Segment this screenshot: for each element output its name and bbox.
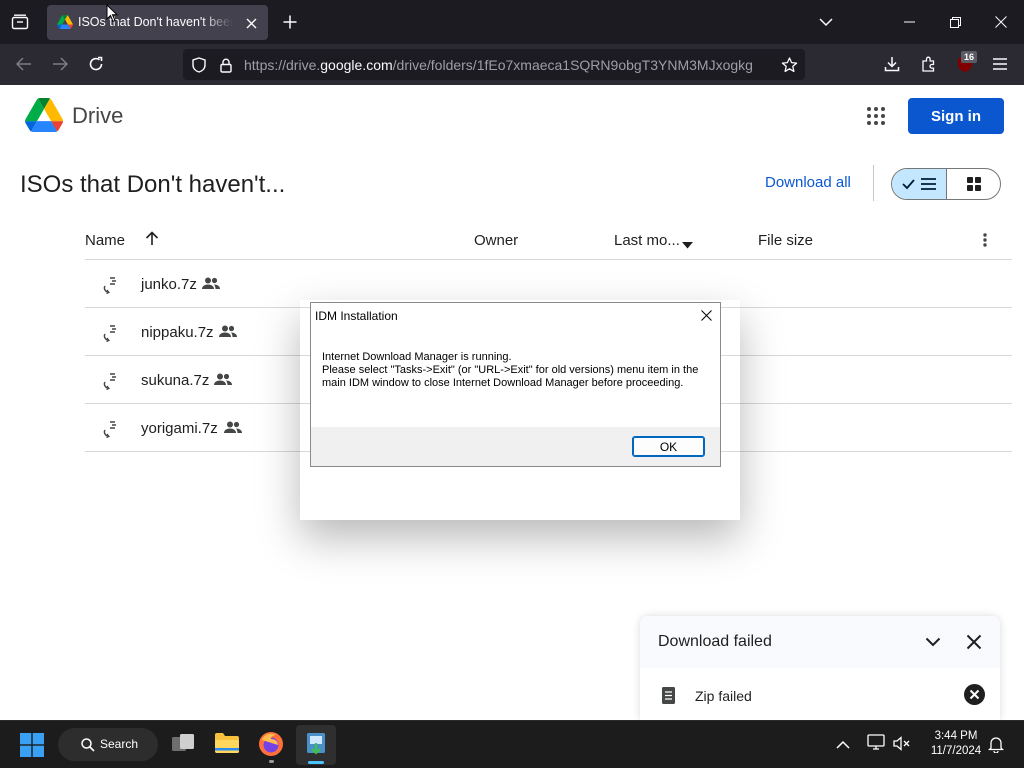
restore-icon[interactable] (943, 11, 967, 33)
new-tab-icon[interactable] (278, 11, 302, 33)
file-name: sukuna.7z (141, 372, 210, 389)
minimize-icon[interactable] (897, 11, 921, 33)
download-panel-header: Download failed (640, 616, 1000, 668)
url-text: https://drive.google.com/drive/folders/1… (244, 57, 753, 73)
archive-file-icon (103, 421, 116, 438)
download-status-panel: Download failed Zip failed (640, 616, 1000, 720)
dialog-footer: OK (311, 427, 720, 466)
download-all-button[interactable]: Download all (765, 174, 851, 191)
grid-view-button[interactable] (947, 169, 1000, 199)
bookmark-star-icon[interactable] (779, 55, 799, 75)
drive-logo-icon[interactable] (25, 98, 64, 132)
forward-icon[interactable] (48, 53, 72, 75)
shared-people-icon (219, 325, 237, 337)
back-icon[interactable] (12, 53, 36, 75)
grid-view-icon (967, 177, 981, 191)
taskbar-app-idm-installer[interactable] (296, 725, 336, 765)
list-view-button[interactable] (892, 169, 947, 199)
dialog-close-icon[interactable] (697, 306, 715, 324)
archive-file-icon (103, 325, 116, 342)
task-view-icon[interactable] (171, 733, 195, 755)
dialog-message: Internet Download Manager is running. Pl… (322, 351, 702, 390)
search-icon (81, 738, 95, 752)
more-options-icon[interactable] (978, 231, 992, 249)
column-header-last-modified[interactable]: Last mo... (614, 232, 680, 249)
file-explorer-icon[interactable] (214, 732, 240, 756)
shared-people-icon (224, 421, 242, 433)
taskbar-search[interactable]: Search (58, 728, 158, 761)
active-app-indicator (308, 761, 324, 764)
show-hidden-icons-chevron-icon[interactable] (836, 736, 852, 752)
url-bar[interactable]: https://drive.google.com/drive/folders/1… (183, 49, 805, 80)
windows-start-icon[interactable] (20, 733, 44, 757)
browser-tab-bar: ISOs that Don't haven't been (0, 0, 1024, 44)
file-name: yorigami.7z (141, 420, 218, 437)
shared-people-icon (214, 373, 232, 385)
tab-title: ISOs that Don't haven't been (78, 15, 233, 29)
menu-hamburger-icon[interactable] (988, 53, 1012, 75)
tab-list-icon[interactable] (8, 11, 32, 33)
dialog-title: IDM Installation (315, 309, 398, 323)
extensions-icon[interactable] (917, 53, 941, 75)
notification-bell-icon[interactable] (987, 736, 1006, 754)
list-view-check-icon (902, 178, 936, 190)
column-header-owner[interactable]: Owner (474, 232, 518, 249)
running-indicator (269, 760, 274, 763)
lock-icon[interactable] (216, 55, 236, 75)
network-monitor-icon[interactable] (867, 734, 887, 752)
folder-title: ISOs that Don't haven't... (20, 171, 286, 198)
archive-file-icon (103, 277, 116, 294)
dialog-message-line: Internet Download Manager is running. (322, 351, 512, 363)
panel-close-icon[interactable] (966, 634, 984, 652)
download-panel-title: Download failed (658, 633, 772, 650)
failed-file-label: Zip failed (695, 688, 752, 704)
installer-icon (307, 733, 325, 755)
dialog-message-line: Please select "Tasks->Exit" (or "URL->Ex… (322, 364, 699, 389)
clock-date: 11/7/2024 (930, 745, 982, 757)
sort-arrow-up-icon[interactable] (145, 231, 161, 247)
tab-close-icon[interactable] (241, 13, 261, 33)
reload-icon[interactable] (84, 53, 108, 75)
drive-favicon-icon (57, 15, 73, 31)
collapse-chevron-icon[interactable] (925, 634, 945, 650)
divider (873, 165, 874, 201)
firefox-icon[interactable] (258, 731, 284, 757)
taskbar-clock[interactable]: 3:44 PM 11/7/2024 (926, 729, 986, 759)
column-header-file-size[interactable]: File size (758, 232, 813, 249)
file-name: nippaku.7z (141, 324, 214, 341)
mouse-cursor-icon (106, 3, 119, 23)
clock-time: 3:44 PM (934, 730, 978, 742)
file-document-icon (662, 687, 676, 704)
apps-grid-icon[interactable] (865, 105, 887, 127)
file-name: junko.7z (141, 276, 197, 293)
idm-installation-dialog: IDM Installation Internet Download Manag… (310, 302, 721, 467)
archive-file-icon (103, 373, 116, 390)
list-all-tabs-icon[interactable] (814, 11, 838, 33)
tab-active[interactable]: ISOs that Don't haven't been (47, 5, 268, 40)
drive-brand-text: Drive (72, 103, 124, 128)
tracking-shield-icon[interactable] (189, 55, 209, 75)
column-header-name[interactable]: Name (85, 232, 125, 249)
search-label: Search (100, 737, 139, 751)
downloads-icon[interactable] (880, 53, 904, 75)
error-cancel-icon[interactable] (964, 684, 986, 706)
speaker-muted-icon[interactable] (893, 736, 911, 754)
sort-dropdown-icon[interactable] (682, 236, 694, 249)
shared-people-icon (202, 277, 220, 289)
window-close-icon[interactable] (989, 11, 1013, 33)
ok-button[interactable]: OK (632, 436, 705, 457)
view-toggle (891, 168, 1001, 200)
extension-badge: 16 (961, 51, 978, 63)
sign-in-button[interactable]: Sign in (908, 98, 1004, 134)
